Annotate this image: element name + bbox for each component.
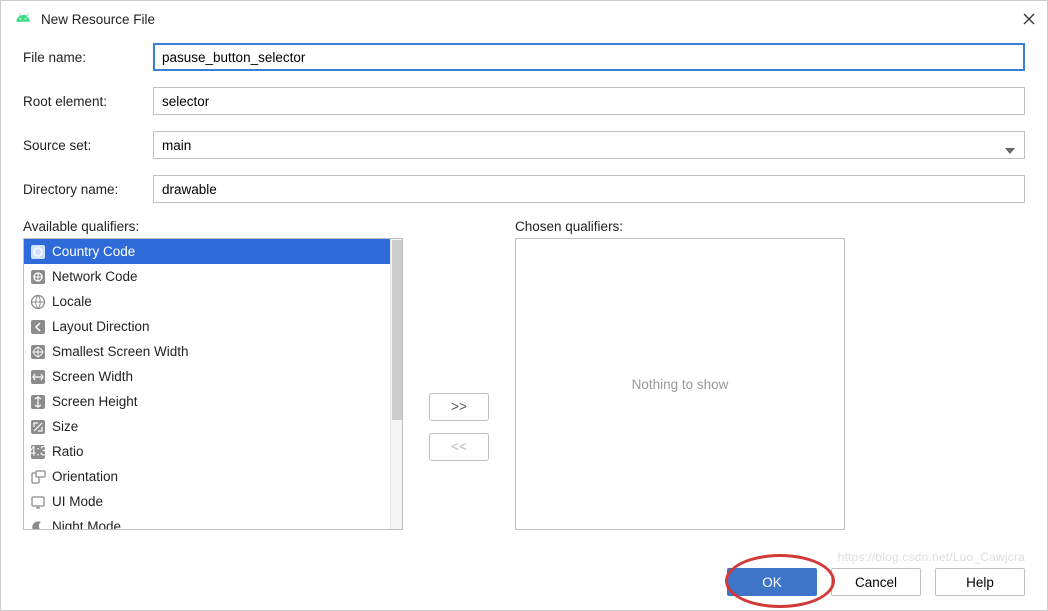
list-item-label: Night Mode — [52, 519, 121, 529]
chosen-empty-text: Nothing to show — [632, 377, 729, 392]
list-item[interactable]: Network Code — [24, 264, 390, 289]
ratio-icon: 4:3 — [30, 444, 46, 460]
watermark-text: https://blog.csdn.net/Luo_Cawjcra — [838, 550, 1025, 564]
list-item-label: Screen Height — [52, 394, 138, 409]
list-item-label: Orientation — [52, 469, 118, 484]
list-item[interactable]: Layout Direction — [24, 314, 390, 339]
file-name-label: File name: — [23, 50, 153, 65]
network-icon — [30, 269, 46, 285]
root-element-label: Root element: — [23, 94, 153, 109]
night-icon — [30, 519, 46, 530]
list-item-label: Ratio — [52, 444, 84, 459]
list-item[interactable]: Screen Width — [24, 364, 390, 389]
ok-button[interactable]: OK — [727, 568, 817, 596]
close-icon[interactable] — [1023, 13, 1035, 25]
dialog-footer: OK Cancel Help — [727, 568, 1025, 596]
cancel-button[interactable]: Cancel — [831, 568, 921, 596]
list-item[interactable]: Locale — [24, 289, 390, 314]
list-item-label: Size — [52, 419, 78, 434]
arrow-left-icon — [30, 319, 46, 335]
source-set-label: Source set: — [23, 138, 153, 153]
chosen-qualifiers-label: Chosen qualifiers: — [515, 219, 845, 234]
file-name-input[interactable] — [153, 43, 1025, 71]
list-item-label: Layout Direction — [52, 319, 150, 334]
arrows-v-icon — [30, 394, 46, 410]
titlebar: New Resource File — [1, 1, 1047, 37]
list-item[interactable]: Orientation — [24, 464, 390, 489]
remove-qualifier-button[interactable]: << — [429, 433, 489, 461]
list-item-label: Network Code — [52, 269, 138, 284]
available-qualifiers-label: Available qualifiers: — [23, 219, 403, 234]
chosen-qualifiers-listbox[interactable]: Nothing to show — [515, 238, 845, 530]
uimode-icon — [30, 494, 46, 510]
add-qualifier-button[interactable]: >> — [429, 393, 489, 421]
dialog-title: New Resource File — [41, 12, 1023, 27]
directory-name-label: Directory name: — [23, 182, 153, 197]
list-item[interactable]: Size — [24, 414, 390, 439]
list-item[interactable]: 4:3 Ratio — [24, 439, 390, 464]
arrows-h-icon — [30, 369, 46, 385]
available-qualifiers-listbox[interactable]: Country Code Network Code Locale Layout Dir… — [23, 238, 403, 530]
list-item[interactable]: Smallest Screen Width — [24, 339, 390, 364]
globe-flag-icon — [30, 244, 46, 260]
android-icon — [13, 8, 33, 31]
help-button[interactable]: Help — [935, 568, 1025, 596]
svg-text:4:3: 4:3 — [30, 444, 46, 459]
list-item[interactable]: Night Mode — [24, 514, 390, 529]
dialog-window: New Resource File File name: Root elemen… — [0, 0, 1048, 611]
globe-icon — [30, 294, 46, 310]
arrows-both-icon — [30, 344, 46, 360]
list-item[interactable]: UI Mode — [24, 489, 390, 514]
list-item[interactable]: Screen Height — [24, 389, 390, 414]
root-element-input[interactable] — [153, 87, 1025, 115]
resize-icon — [30, 419, 46, 435]
list-item-label: UI Mode — [52, 494, 103, 509]
scrollbar[interactable] — [390, 239, 402, 529]
list-item-label: Locale — [52, 294, 92, 309]
list-item-label: Country Code — [52, 244, 135, 259]
source-set-dropdown[interactable] — [153, 131, 1025, 159]
orientation-icon — [30, 469, 46, 485]
list-item[interactable]: Country Code — [24, 239, 390, 264]
list-item-label: Screen Width — [52, 369, 133, 384]
dialog-content: File name: Root element: Source set: Dir… — [1, 37, 1047, 530]
directory-name-input[interactable] — [153, 175, 1025, 203]
scrollbar-thumb[interactable] — [392, 240, 402, 420]
list-item-label: Smallest Screen Width — [52, 344, 189, 359]
